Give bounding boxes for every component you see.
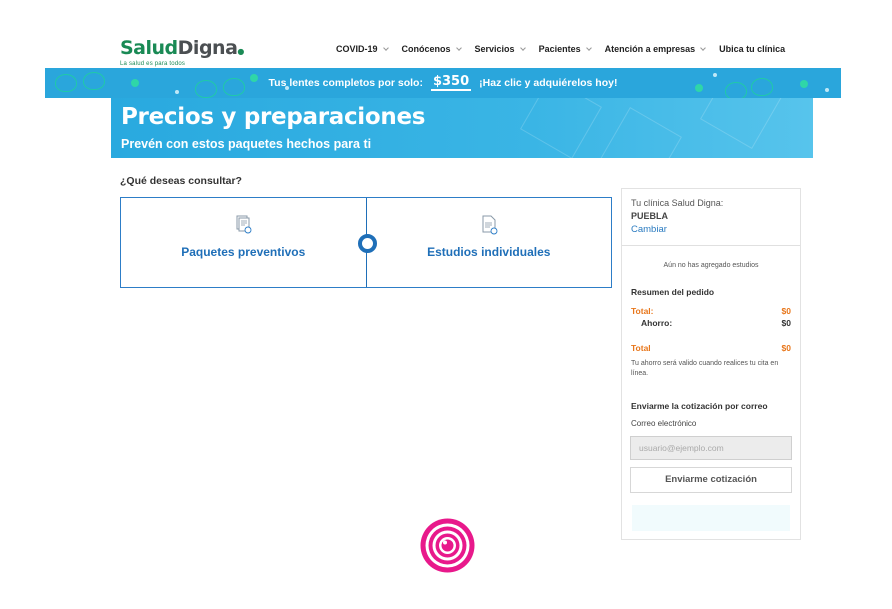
total-row: Total: $0 xyxy=(631,306,791,316)
promo-banner[interactable]: Tus lentes completos por solo: $350 ¡Haz… xyxy=(45,68,841,98)
nav-item-empresas[interactable]: Atención a empresas xyxy=(605,44,706,54)
nav-label: Atención a empresas xyxy=(604,44,696,54)
brand-name-part1: Salud xyxy=(120,37,178,59)
clinic-city: PUEBLA xyxy=(631,211,669,221)
email-field[interactable] xyxy=(630,436,792,460)
nav-label: Pacientes xyxy=(538,44,581,54)
option-paquetes-preventivos[interactable]: Paquetes preventivos xyxy=(121,198,366,287)
chevron-down-icon xyxy=(585,45,592,51)
option-estudios-individuales[interactable]: Estudios individuales xyxy=(365,198,612,287)
promo-content: Tus lentes completos por solo: $350 ¡Haz… xyxy=(45,68,841,98)
clinic-label: Tu clínica Salud Digna: xyxy=(631,198,724,208)
chevron-down-icon xyxy=(519,45,526,51)
main-nav: COVID-19 Conócenos Servicios Pacientes A… xyxy=(336,44,785,54)
disabled-action-button xyxy=(632,505,790,531)
grand-total-value: $0 xyxy=(781,343,791,353)
savings-row: Ahorro: $0 xyxy=(631,318,791,328)
savings-note: Tu ahorro será valido cuando realices tu… xyxy=(631,360,779,377)
page-subtitle: Prevén con estos paquetes hechos para ti xyxy=(121,137,372,151)
order-summary-panel: Tu clínica Salud Digna: PUEBLA Cambiar A… xyxy=(621,188,801,540)
promo-text-before: Tus lentes completos por solo: xyxy=(268,77,423,89)
grand-total-label: Total xyxy=(631,343,651,353)
chat-widget-icon[interactable] xyxy=(419,517,476,574)
summary-title: Resumen del pedido xyxy=(631,287,715,297)
consult-question: ¿Qué deseas consultar? xyxy=(120,175,242,187)
total-value: $0 xyxy=(781,306,791,316)
nav-item-ubica-clinica[interactable]: Ubica tu clínica xyxy=(719,44,785,54)
hexagon-decoration xyxy=(700,98,782,149)
email-field-label: Correo electrónico xyxy=(631,419,697,428)
brand-name-part2: Digna xyxy=(177,37,238,59)
document-settings-icon xyxy=(482,215,498,235)
page: SaludDigna● La salud es para todos COVID… xyxy=(0,0,892,609)
chevron-down-icon xyxy=(455,45,462,51)
nav-label: Ubica tu clínica xyxy=(719,44,786,54)
chevron-down-icon xyxy=(700,45,706,51)
option-label: Paquetes preventivos xyxy=(181,245,306,259)
nav-item-conocenos[interactable]: Conócenos xyxy=(401,44,462,54)
send-quote-button[interactable]: Enviarme cotización xyxy=(630,467,792,493)
savings-value: $0 xyxy=(781,318,791,328)
hexagon-decoration xyxy=(520,98,602,158)
document-stack-icon xyxy=(236,215,252,234)
nav-label: Conócenos xyxy=(401,44,451,54)
chevron-down-icon xyxy=(382,45,389,51)
consult-options: Paquetes preventivos Estudios individual… xyxy=(120,197,612,288)
clinic-info: Tu clínica Salud Digna: PUEBLA Cambiar xyxy=(622,189,800,246)
nav-item-servicios[interactable]: Servicios xyxy=(474,44,526,54)
brand-dot: ● xyxy=(237,47,244,56)
option-toggle[interactable] xyxy=(358,234,377,253)
nav-label: COVID-19 xyxy=(336,44,378,54)
nav-item-pacientes[interactable]: Pacientes xyxy=(538,44,592,54)
empty-cart-message: Aún no has agregado estudios xyxy=(663,262,759,269)
savings-label: Ahorro: xyxy=(641,318,673,328)
nav-label: Servicios xyxy=(474,44,515,54)
option-label: Estudios individuales xyxy=(427,245,551,259)
grand-total-row: Total $0 xyxy=(631,343,791,353)
nav-item-covid[interactable]: COVID-19 xyxy=(336,44,389,54)
hexagon-decoration xyxy=(600,107,682,158)
promo-price: $350 xyxy=(430,74,472,91)
email-quote-title: Enviarme la cotización por correo xyxy=(631,401,768,411)
hero-banner: Precios y preparaciones Prevén con estos… xyxy=(111,98,813,158)
change-clinic-link[interactable]: Cambiar xyxy=(631,224,791,235)
page-title: Precios y preparaciones xyxy=(121,104,426,130)
brand-logo[interactable]: SaludDigna● La salud es para todos xyxy=(120,37,244,67)
total-label: Total: xyxy=(631,306,654,316)
promo-text-after: ¡Haz clic y adquiérelos hoy! xyxy=(479,77,618,89)
